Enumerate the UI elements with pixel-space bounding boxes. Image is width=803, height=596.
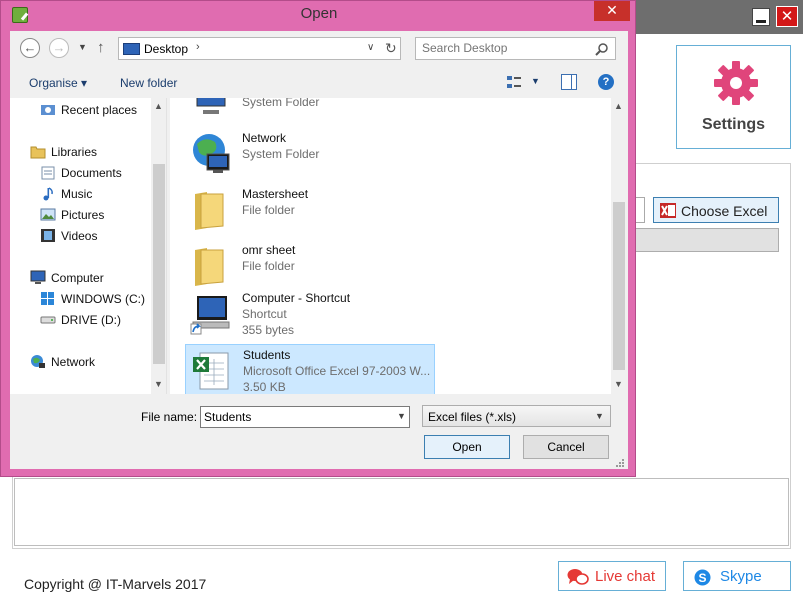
network-globe-icon bbox=[193, 134, 230, 173]
dialog-close-button[interactable]: ✕ bbox=[594, 1, 630, 21]
excel-file-icon bbox=[193, 352, 229, 390]
resize-grip-icon[interactable] bbox=[614, 457, 624, 467]
navigation-pane[interactable]: Recent places Libraries Documents Music … bbox=[10, 98, 167, 394]
file-type-filter-value: Excel files (*.xls) bbox=[428, 410, 517, 424]
file-list[interactable]: System Folder Network System Folder Mast… bbox=[170, 98, 627, 394]
view-options-dropdown[interactable]: ▼ bbox=[531, 76, 540, 86]
address-location[interactable]: Desktop bbox=[144, 42, 188, 56]
scroll-down-arrow-icon[interactable]: ▼ bbox=[154, 379, 163, 389]
settings-button[interactable]: Settings bbox=[676, 45, 791, 149]
search-box[interactable] bbox=[415, 37, 616, 60]
open-button[interactable]: Open bbox=[424, 435, 510, 459]
chevron-down-icon: ▼ bbox=[595, 411, 604, 421]
file-name-input[interactable] bbox=[204, 410, 384, 424]
chat-bubble-icon bbox=[567, 569, 589, 585]
copyright-text: Copyright @ IT-Marvels 2017 bbox=[24, 576, 207, 592]
computer-shortcut-icon bbox=[190, 296, 230, 335]
scrollbar-thumb[interactable] bbox=[153, 164, 165, 364]
libraries-icon bbox=[30, 146, 46, 159]
skype-button[interactable]: S Skype bbox=[683, 561, 791, 591]
list-item[interactable]: Network System Folder bbox=[185, 128, 435, 180]
chevron-down-icon[interactable]: ▼ bbox=[397, 411, 406, 421]
live-chat-label: Live chat bbox=[595, 568, 656, 585]
breadcrumb-chevron-icon[interactable]: › bbox=[196, 41, 200, 53]
dialog-body: ← → ▼ ↑ Desktop › ∨ ↻ Organise ▾ New fol… bbox=[10, 31, 628, 469]
documents-icon bbox=[41, 166, 55, 180]
choose-excel-label: Choose Excel bbox=[681, 203, 768, 219]
help-icon[interactable]: ? bbox=[598, 74, 614, 90]
desktop-icon bbox=[123, 43, 140, 55]
skype-label: Skype bbox=[720, 568, 762, 585]
skype-icon: S bbox=[694, 569, 711, 586]
pictures-icon bbox=[40, 208, 56, 221]
preview-pane-icon[interactable] bbox=[561, 74, 577, 90]
recent-locations-dropdown[interactable]: ▼ bbox=[78, 42, 87, 52]
scrollbar-thumb[interactable] bbox=[613, 202, 625, 370]
change-view-icon[interactable] bbox=[506, 74, 522, 90]
scroll-up-arrow-icon[interactable]: ▲ bbox=[614, 101, 623, 111]
list-item[interactable]: System Folder bbox=[185, 98, 435, 128]
generate-button[interactable]: il bbox=[626, 228, 779, 252]
scroll-up-arrow-icon[interactable]: ▲ bbox=[154, 101, 163, 111]
computer-icon bbox=[196, 98, 226, 114]
address-dropdown-icon[interactable]: ∨ bbox=[367, 42, 374, 53]
folder-icon bbox=[195, 248, 224, 286]
excel-icon bbox=[660, 203, 676, 218]
cancel-button[interactable]: Cancel bbox=[523, 435, 609, 459]
list-item[interactable]: Mastersheet File folder bbox=[185, 184, 435, 236]
refresh-icon[interactable]: ↻ bbox=[385, 40, 397, 57]
dialog-title: Open bbox=[300, 5, 338, 22]
music-icon bbox=[43, 187, 53, 201]
back-button[interactable]: ← bbox=[20, 38, 40, 58]
file-name-label: File name: bbox=[141, 410, 198, 424]
videos-icon bbox=[41, 229, 55, 242]
search-icon bbox=[595, 43, 608, 56]
settings-label: Settings bbox=[701, 116, 766, 133]
open-file-dialog: Open ✕ ← → ▼ ↑ Desktop › ∨ ↻ Organise ▾ … bbox=[0, 0, 636, 477]
app-minimize-button[interactable] bbox=[752, 8, 770, 26]
scroll-down-arrow-icon[interactable]: ▼ bbox=[614, 379, 623, 389]
svg-text:S: S bbox=[698, 571, 706, 585]
file-name-combobox[interactable]: ▼ bbox=[200, 406, 410, 428]
file-type-filter-select[interactable]: Excel files (*.xls) ▼ bbox=[422, 405, 611, 427]
new-folder-button[interactable]: New folder bbox=[120, 76, 177, 90]
drive-c-icon bbox=[41, 292, 54, 305]
organise-menu[interactable]: Organise ▾ bbox=[29, 76, 87, 90]
recent-places-icon bbox=[41, 105, 55, 115]
navigation-scrollbar[interactable]: ▲ ▼ bbox=[151, 98, 166, 394]
address-bar[interactable]: Desktop › ∨ ↻ bbox=[118, 37, 401, 60]
gear-icon bbox=[714, 61, 758, 105]
network-icon bbox=[31, 355, 45, 368]
choose-excel-button[interactable]: Choose Excel bbox=[653, 197, 779, 223]
list-item[interactable]: Computer - Shortcut Shortcut 355 bytes bbox=[185, 288, 435, 340]
list-item[interactable]: omr sheet File folder bbox=[185, 240, 435, 292]
output-area[interactable] bbox=[14, 478, 789, 546]
search-input[interactable] bbox=[422, 41, 587, 55]
forward-button[interactable]: → bbox=[49, 38, 69, 58]
live-chat-button[interactable]: Live chat bbox=[558, 561, 666, 591]
app-close-button[interactable]: ✕ bbox=[776, 6, 798, 27]
list-item-selected[interactable]: Students Microsoft Office Excel 97-2003 … bbox=[185, 344, 435, 394]
up-one-level-button[interactable]: ↑ bbox=[97, 39, 105, 56]
file-list-scrollbar[interactable]: ▲ ▼ bbox=[611, 98, 627, 394]
folder-icon bbox=[195, 192, 224, 230]
computer-icon bbox=[30, 270, 46, 284]
drive-d-icon bbox=[40, 316, 56, 324]
